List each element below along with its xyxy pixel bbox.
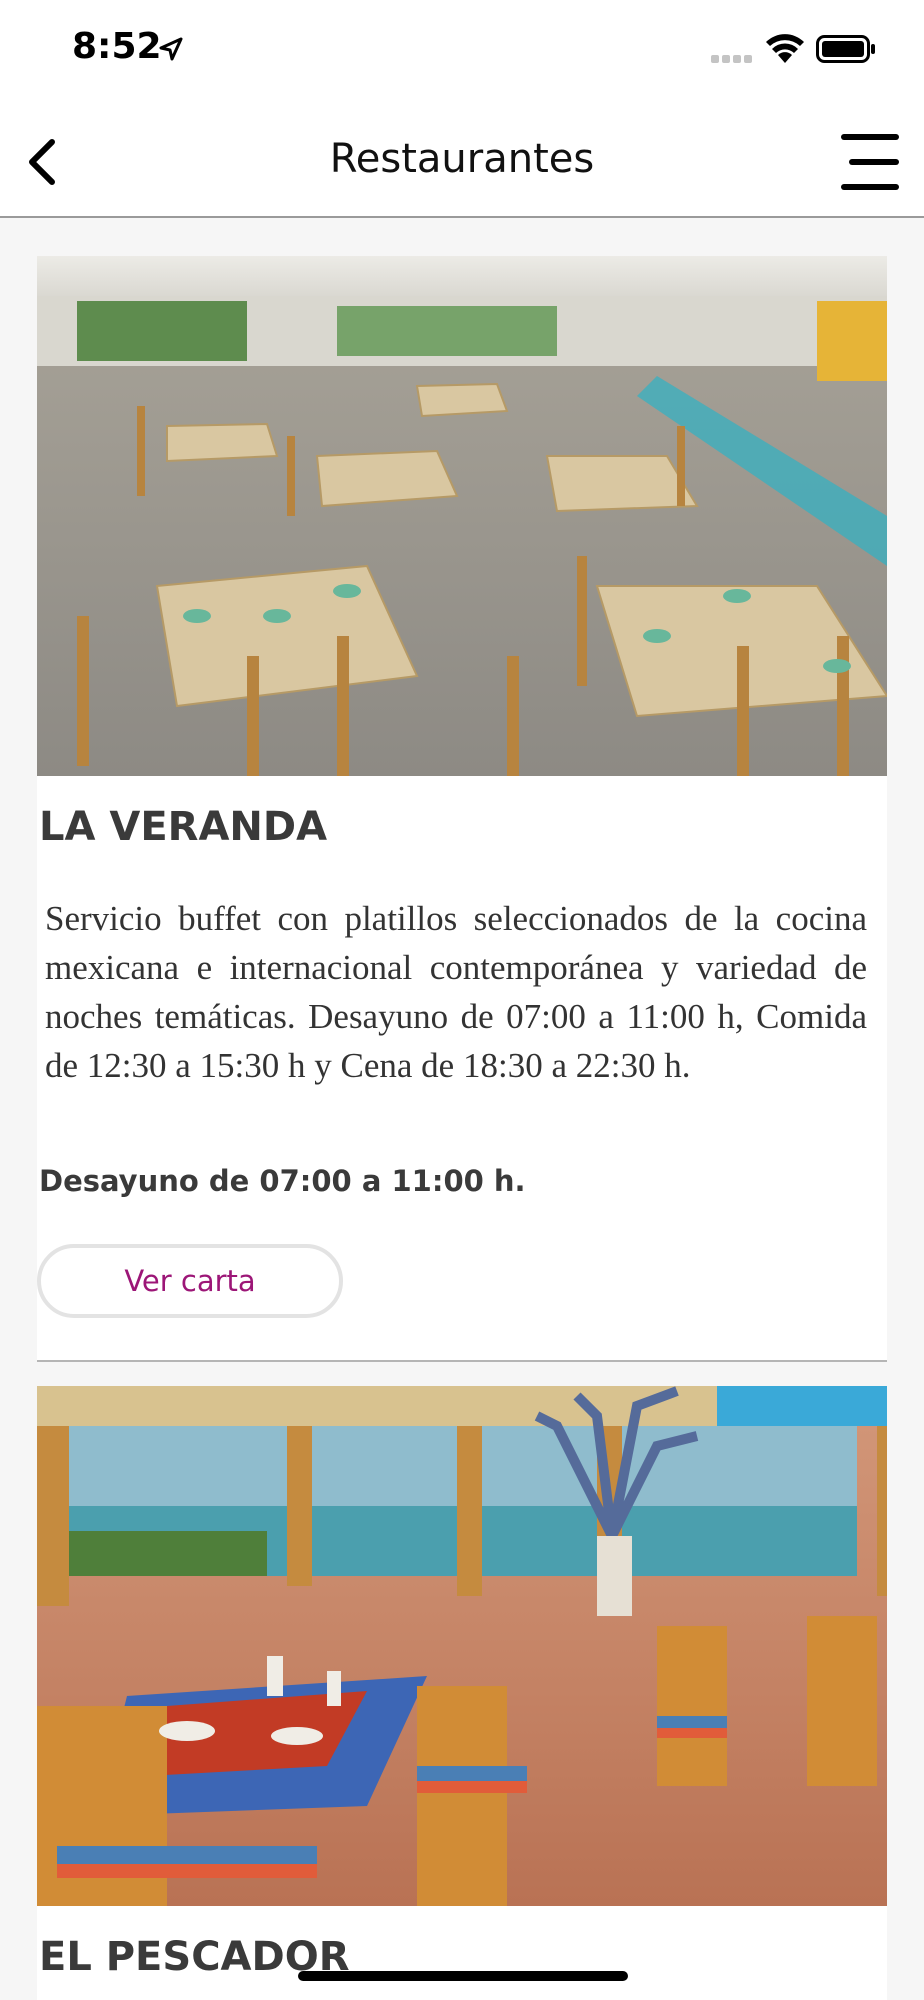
status-time: 8:52 <box>72 26 162 67</box>
restaurant-hours: Desayuno de 07:00 a 11:00 h. <box>39 1164 526 1198</box>
wifi-icon <box>766 34 804 63</box>
restaurant-list: LA VERANDA Servicio buffet con platillos… <box>37 256 887 2000</box>
divider <box>37 1360 887 1362</box>
restaurant-card: EL PESCADOR <box>37 1386 887 2000</box>
view-menu-button[interactable]: Ver carta <box>37 1244 343 1318</box>
navigation-bar: Restaurantes <box>0 100 924 218</box>
home-indicator <box>298 1971 628 1981</box>
signal-icon <box>711 55 752 63</box>
status-bar: 8:52 <box>0 0 924 100</box>
restaurant-name: EL PESCADOR <box>39 1934 350 1980</box>
restaurant-name: LA VERANDA <box>39 804 328 850</box>
restaurant-photo <box>37 256 887 776</box>
location-arrow-icon <box>159 37 183 61</box>
restaurant-card: LA VERANDA Servicio buffet con platillos… <box>37 256 887 1360</box>
hamburger-menu-icon[interactable] <box>836 130 904 194</box>
page-title: Restaurantes <box>329 136 595 182</box>
restaurant-description: Servicio buffet con platillos selecciona… <box>45 899 867 1085</box>
restaurant-photo <box>37 1386 887 1906</box>
battery-icon <box>816 35 875 63</box>
